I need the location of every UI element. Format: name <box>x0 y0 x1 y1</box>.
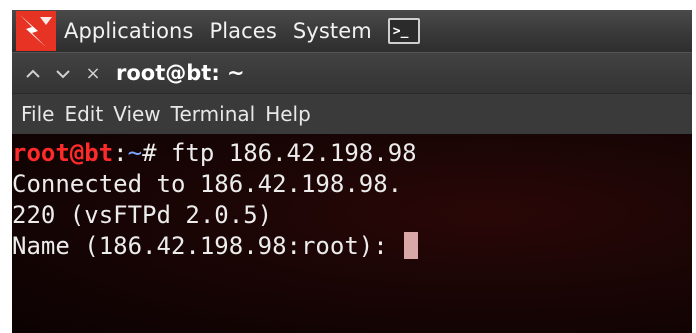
chevron-up-icon[interactable] <box>18 63 48 84</box>
input-line[interactable]: Name (186.42.198.98:root): <box>12 231 692 262</box>
command-line: root@bt:~# ftp 186.42.198.98 <box>12 138 692 169</box>
menu-terminal[interactable]: Terminal <box>171 102 256 126</box>
desktop-screen: Applications Places System >_ × root@bt:… <box>12 10 692 333</box>
command-text: ftp 186.42.198.98 <box>156 139 417 167</box>
menu-help[interactable]: Help <box>265 102 311 126</box>
input-prompt: Name (186.42.198.98:root): <box>12 232 403 260</box>
prompt-path: ~ <box>127 139 143 167</box>
terminal-body[interactable]: root@bt:~# ftp 186.42.198.98 Connected t… <box>12 134 692 333</box>
window-titlebar: × root@bt: ~ <box>12 52 692 93</box>
menu-places[interactable]: Places <box>209 19 276 43</box>
chevron-down-glyph <box>56 69 70 78</box>
backtrack-dragon-icon[interactable] <box>16 11 56 51</box>
chevron-up-glyph <box>26 69 40 78</box>
menu-file[interactable]: File <box>21 102 54 126</box>
terminal-launcher-icon[interactable]: >_ <box>387 18 420 44</box>
menu-view[interactable]: View <box>113 102 160 126</box>
menu-system[interactable]: System <box>293 19 372 43</box>
menu-edit[interactable]: Edit <box>64 102 103 126</box>
chevron-down-icon[interactable] <box>48 63 78 84</box>
terminal-launcher-glyph: >_ <box>392 23 409 39</box>
text-cursor <box>404 232 419 259</box>
prompt-separator: : <box>113 139 128 167</box>
output-line: 220 (vsFTPd 2.0.5) <box>12 201 273 229</box>
prompt-symbol: # <box>142 139 157 167</box>
menu-applications[interactable]: Applications <box>64 19 193 43</box>
output-line: Connected to 186.42.198.98. <box>12 170 403 198</box>
terminal-menubar: File Edit View Terminal Help <box>12 93 692 134</box>
prompt-user: root@bt <box>12 139 114 167</box>
top-panel: Applications Places System >_ <box>12 10 692 52</box>
window-title: root@bt: ~ <box>116 61 245 85</box>
close-icon[interactable]: × <box>78 63 108 84</box>
